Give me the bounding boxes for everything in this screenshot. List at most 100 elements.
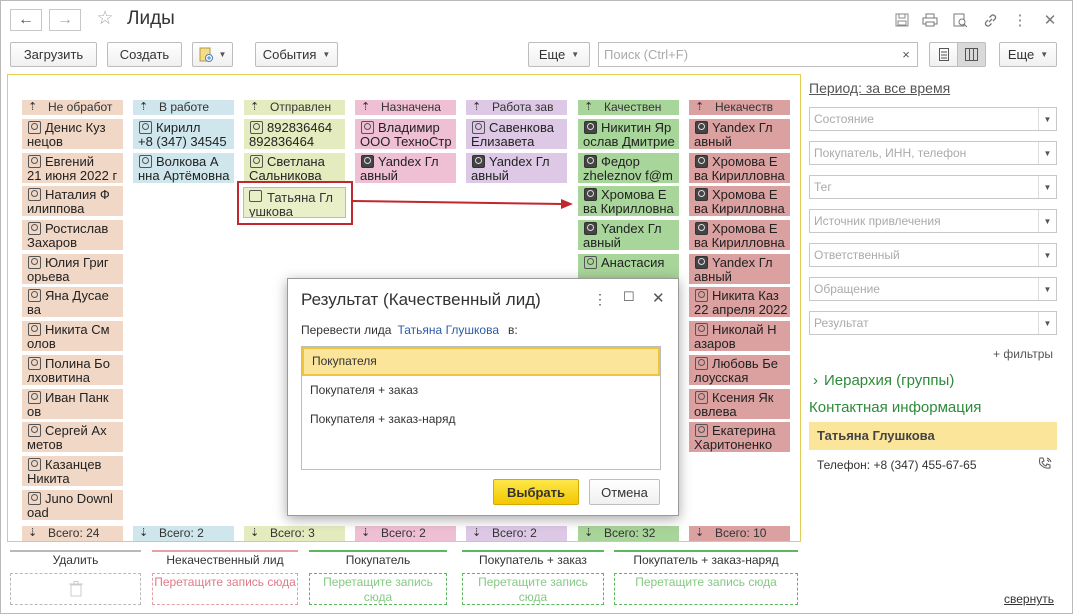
drop-zone-target[interactable]: Перетащите запись сюда (462, 573, 604, 605)
drop-zone-target[interactable]: Перетащите запись сюда (152, 573, 298, 605)
lead-card[interactable]: Никитин Яр ослав Дмитрие (578, 119, 679, 149)
lead-card[interactable]: Кирилл +8 (347) 34545 (133, 119, 234, 149)
column-header[interactable]: ⇡ Назначена (355, 100, 456, 115)
lead-card[interactable]: Любовь Бе лоусская (689, 354, 790, 385)
more-button[interactable]: Еще ▼ (528, 42, 590, 67)
lead-card[interactable]: Yandex Гл авный (578, 220, 679, 251)
lead-card[interactable]: Казанцев Никита (22, 455, 123, 486)
lead-card[interactable]: Yandex Гл авный (355, 152, 456, 183)
lead-card-title: Савенкова (471, 121, 564, 135)
chevron-down-icon[interactable]: ▼ (1038, 176, 1056, 198)
column-header[interactable]: ⇡ Не обработ (22, 100, 123, 115)
filter-field[interactable]: Тег ▼ (809, 175, 1057, 199)
filter-field[interactable]: Покупатель, ИНН, телефон ▼ (809, 141, 1057, 165)
option-customer-order[interactable]: Покупателя + заказ (302, 376, 660, 405)
print-icon[interactable] (921, 11, 939, 29)
filter-field[interactable]: Обращение ▼ (809, 277, 1057, 301)
lead-card[interactable]: Хромова Ева Кирилловна (689, 186, 790, 217)
forward-button[interactable]: → (49, 9, 81, 31)
lead-card[interactable]: Владимир ООО ТехноСтр (355, 119, 456, 149)
drop-zone-target[interactable]: Перетащите запись сюда (614, 573, 798, 605)
chevron-down-icon[interactable]: ▼ (1038, 142, 1056, 164)
clear-search-button[interactable]: × (895, 43, 917, 66)
collapse-link[interactable]: свернуть (1004, 592, 1054, 606)
lead-card[interactable]: Сергей Ах метов (22, 422, 123, 453)
lead-card[interactable]: Никита Каз 22 апреля 2022 (689, 287, 790, 318)
lead-card[interactable]: Хромова Ева Кирилловна (689, 152, 790, 183)
more-vertical-icon[interactable]: ⋮ (1011, 11, 1029, 29)
column-total: ⇣ Всего: 2 (133, 526, 234, 541)
lead-card[interactable]: Наталия Филиппова (22, 186, 123, 217)
lead-card[interactable]: Волкова Анна Артёмовна (133, 152, 234, 183)
lead-card[interactable]: Ростислав Захаров (22, 220, 123, 251)
lead-card[interactable]: Екатерина Харитоненко (689, 422, 790, 453)
kanban-view-button[interactable] (957, 42, 986, 67)
lead-card[interactable]: Яна Дусае ва (22, 287, 123, 318)
attach-dropdown-button[interactable]: ▼ (192, 42, 233, 67)
filter-field[interactable]: Источник привлечения ▼ (809, 209, 1057, 233)
lead-card[interactable]: Полина Бо лховитина (22, 354, 123, 385)
lead-card[interactable]: Ксения Як овлева (689, 388, 790, 419)
drop-zone-target[interactable]: Перетащите запись сюда (309, 573, 447, 605)
more-vertical-icon[interactable]: ⋮ (593, 291, 607, 308)
star-icon[interactable]: ☆ (96, 8, 114, 29)
lead-card[interactable]: 892836464 892836464 (244, 119, 345, 149)
lead-card[interactable]: Yandex Гл авный (689, 253, 790, 284)
lead-card[interactable]: Juno Downl oad (22, 489, 123, 520)
lead-card[interactable]: Денис Куз нецов (22, 119, 123, 149)
option-customer-work-order[interactable]: Покупателя + заказ-наряд (302, 405, 660, 434)
filter-field[interactable]: Состояние ▼ (809, 107, 1057, 131)
list-view-button[interactable] (929, 42, 958, 67)
lead-card[interactable]: Юлия Григ орьева (22, 253, 123, 284)
close-icon[interactable]: ✕ (652, 289, 665, 307)
lead-card[interactable]: Хромова Ева Кирилловна (578, 186, 679, 217)
option-customer[interactable]: Покупателя (302, 347, 660, 376)
search-input[interactable] (599, 43, 895, 66)
back-button[interactable]: ← (10, 9, 42, 31)
events-button[interactable]: События ▼ (255, 42, 338, 67)
cancel-button[interactable]: Отмена (589, 479, 660, 505)
column-header[interactable]: ⇡ В работе (133, 100, 234, 115)
create-button[interactable]: Создать (107, 42, 182, 67)
contact-icon (27, 424, 41, 438)
link-icon[interactable] (981, 11, 999, 29)
period-link[interactable]: Период: за все время (809, 80, 950, 96)
column-header[interactable]: ⇡ Качествен (578, 100, 679, 115)
more-filters-link[interactable]: + фильтры (993, 347, 1053, 361)
sort-down-icon: ⇣ (139, 527, 149, 539)
phone-call-icon[interactable] (1037, 456, 1053, 475)
more-right-button[interactable]: Еще ▼ (999, 42, 1057, 67)
lead-card[interactable]: Никита См олов (22, 321, 123, 352)
load-button[interactable]: Загрузить (10, 42, 97, 67)
lead-card[interactable]: Хромова Ева Кирилловна (689, 220, 790, 251)
preview-icon[interactable] (951, 11, 969, 29)
lead-card[interactable]: Иван Панк ов (22, 388, 123, 419)
contact-icon (583, 222, 597, 236)
chevron-down-icon[interactable]: ▼ (1038, 108, 1056, 130)
save-icon[interactable] (893, 11, 911, 29)
dragged-card[interactable]: Татьяна Гл ушкова (243, 187, 346, 218)
filter-field[interactable]: Ответственный ▼ (809, 243, 1057, 267)
drop-zone-target[interactable] (10, 573, 141, 605)
lead-name-link[interactable]: Татьяна Глушкова (397, 323, 499, 337)
contact-name[interactable]: Татьяна Глушкова (809, 422, 1057, 450)
chevron-down-icon[interactable]: ▼ (1038, 312, 1056, 334)
column-header[interactable]: ⇡ Некачеств (689, 100, 790, 115)
lead-card[interactable]: Yandex Гл авный (689, 119, 790, 149)
lead-card[interactable]: Федор zheleznov f@m (578, 152, 679, 183)
hierarchy-toggle[interactable]: › Иерархия (группы) (813, 372, 954, 389)
chevron-down-icon[interactable]: ▼ (1038, 244, 1056, 266)
lead-card[interactable]: Yandex Гл авный (466, 152, 567, 183)
lead-card[interactable]: Савенкова Елизавета (466, 119, 567, 149)
maximize-icon[interactable]: ☐ (623, 289, 635, 305)
close-icon[interactable]: ✕ (1041, 11, 1059, 29)
select-button[interactable]: Выбрать (493, 479, 579, 505)
lead-card[interactable]: Светлана Сальникова (244, 152, 345, 183)
chevron-down-icon[interactable]: ▼ (1038, 278, 1056, 300)
filter-field[interactable]: Результат ▼ (809, 311, 1057, 335)
column-header[interactable]: ⇡ Работа зав (466, 100, 567, 115)
lead-card[interactable]: Николай Назаров (689, 321, 790, 352)
chevron-down-icon[interactable]: ▼ (1038, 210, 1056, 232)
lead-card[interactable]: Евгений 21 июня 2022 г (22, 152, 123, 183)
column-header[interactable]: ⇡ Отправлен (244, 100, 345, 115)
